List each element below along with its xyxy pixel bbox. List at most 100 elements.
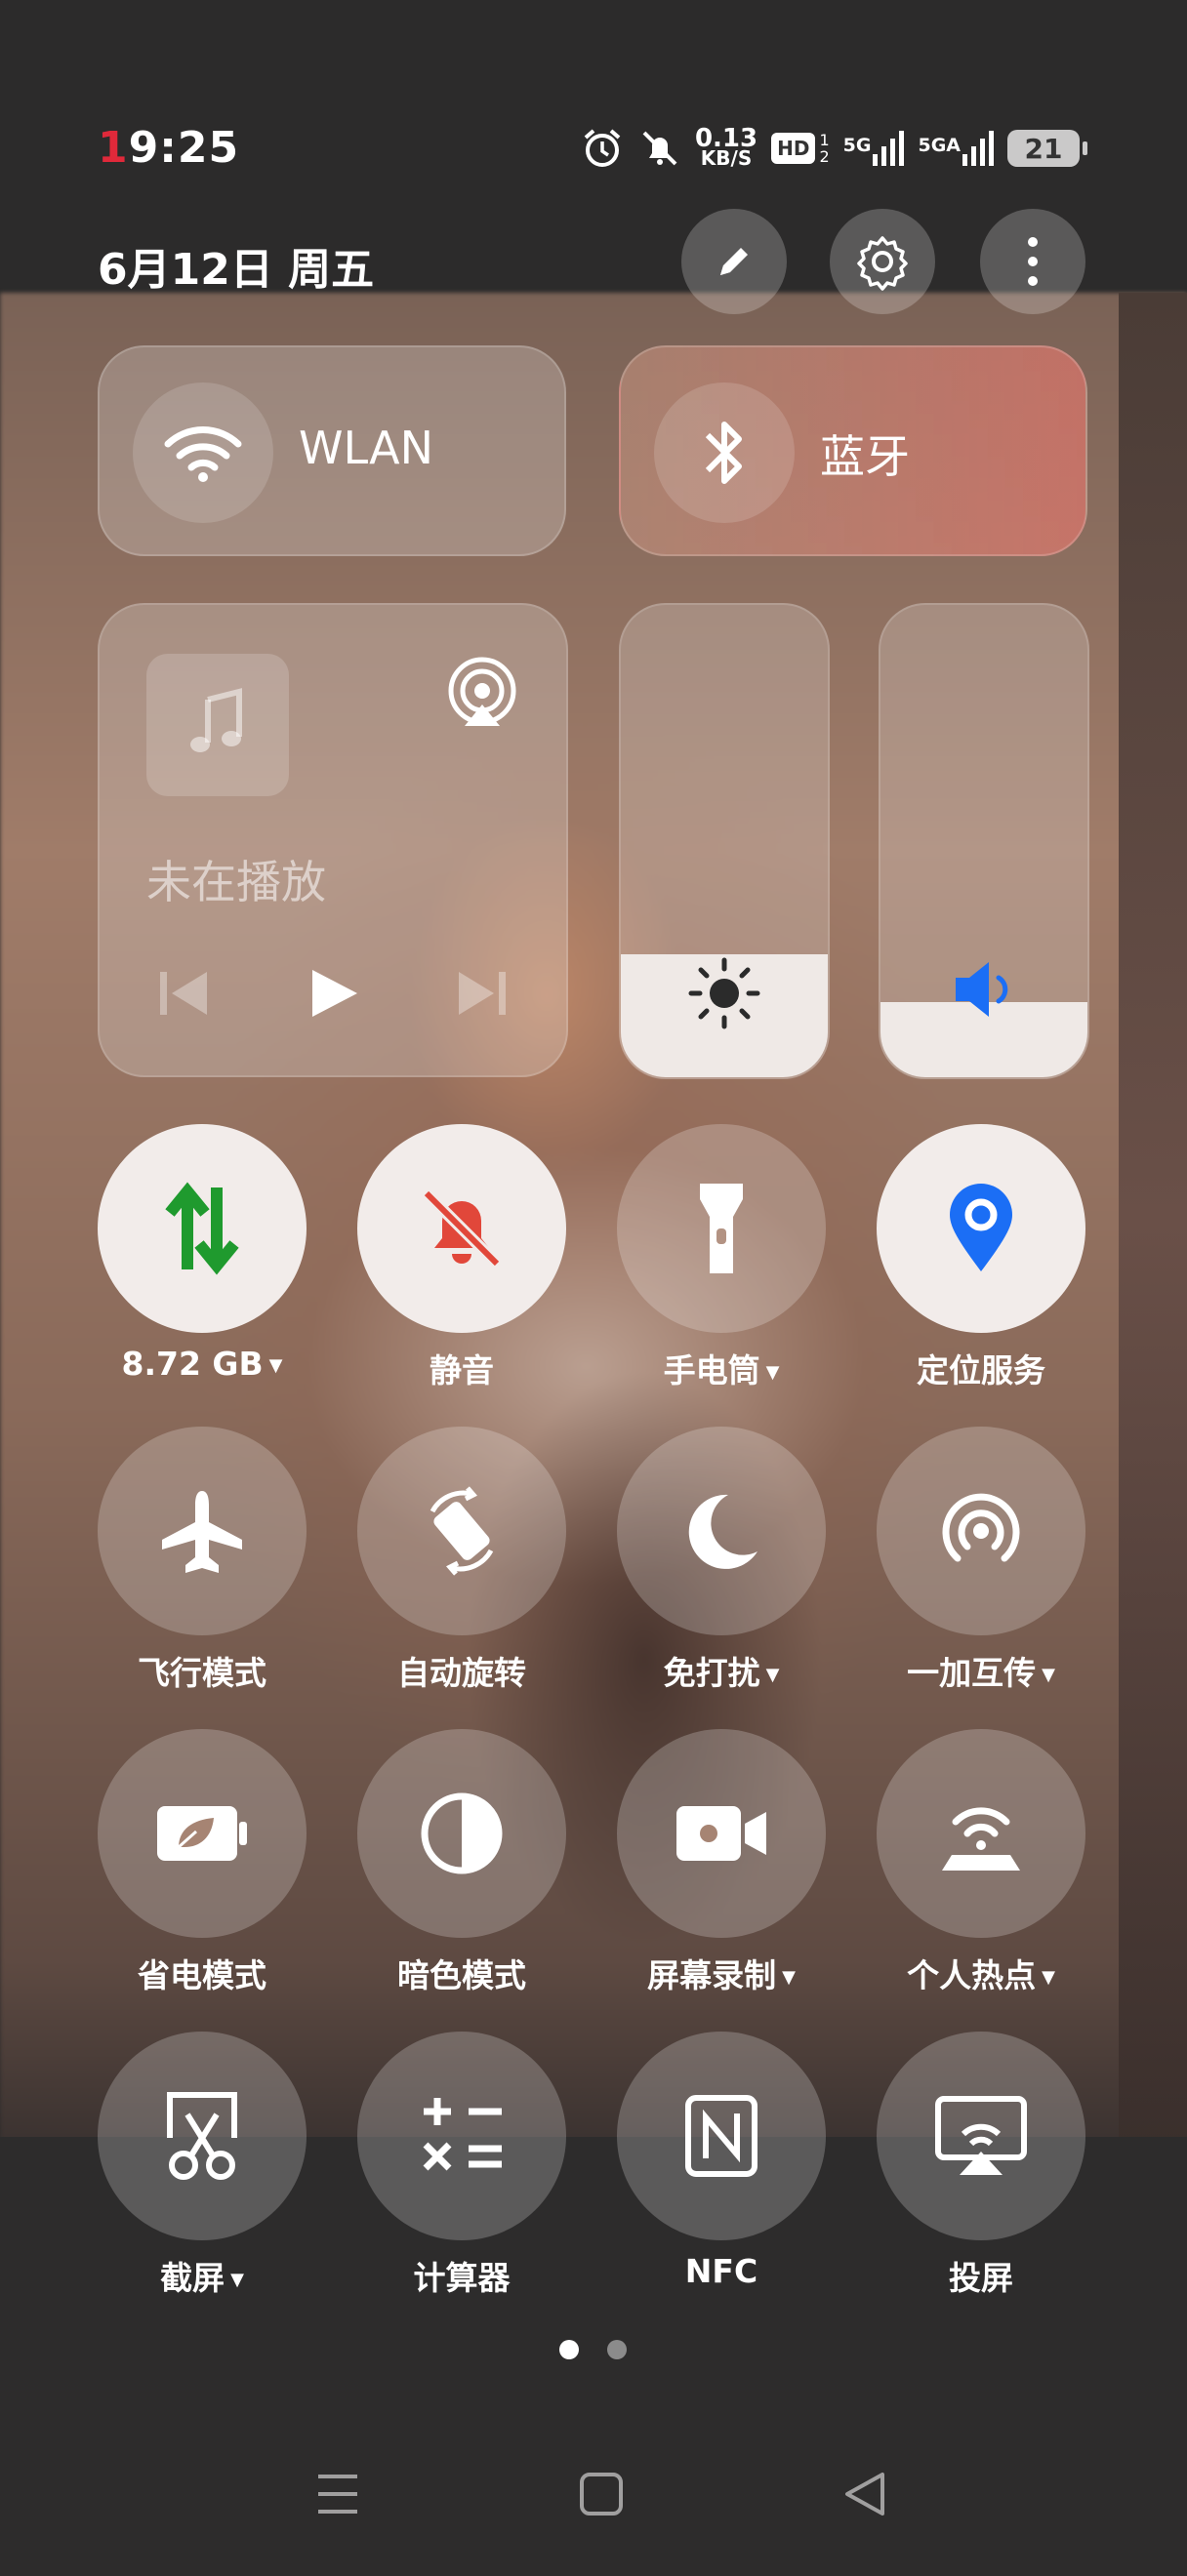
flashlight-label[interactable]: 手电筒 ▼ <box>592 1345 851 1391</box>
calculator-icon <box>423 2098 502 2171</box>
location-label: 定位服务 <box>917 1351 1045 1389</box>
status-bar: 19:25 0.13 KB/S HD 1 2 5G 5GA 21 <box>98 119 1093 178</box>
battery-level: 21 <box>1024 132 1063 165</box>
back-triangle-icon <box>845 2473 884 2516</box>
calculator-toggle[interactable] <box>357 2032 566 2240</box>
audio-output-button[interactable] <box>443 656 521 738</box>
pencil-icon <box>720 248 748 275</box>
screenshot-text: 截屏 <box>160 2259 225 2297</box>
hotspot-toggle[interactable] <box>877 1729 1085 1938</box>
page-indicator-1[interactable] <box>559 2340 579 2359</box>
screen-record-label[interactable]: 屏幕录制 ▼ <box>592 1950 851 1996</box>
battery-saver-label: 省电模式 <box>138 1956 266 1994</box>
brightness-slider[interactable] <box>619 603 830 1079</box>
oneplus-share-label[interactable]: 一加互传 ▼ <box>851 1647 1111 1694</box>
recent-apps-button[interactable] <box>314 2469 361 2523</box>
hd-sim-2: 2 <box>819 147 830 166</box>
edit-button[interactable] <box>681 209 787 314</box>
wlan-label: WLAN <box>299 422 434 474</box>
battery-icon: 21 <box>1007 130 1087 167</box>
screen-record-toggle[interactable] <box>617 1729 826 1938</box>
more-vertical-icon <box>1028 237 1038 286</box>
data-arrows-icon <box>165 1182 239 1275</box>
mobile-data-toggle[interactable] <box>98 1124 307 1333</box>
auto-rotate-label: 自动旋转 <box>397 1654 526 1692</box>
menu-lines-icon <box>318 2475 357 2514</box>
dropdown-caret-icon: ▼ <box>1042 1967 1055 1988</box>
audio-output-icon <box>448 657 516 726</box>
screen-record-text: 屏幕录制 <box>647 1956 777 1994</box>
nfc-label: NFC <box>684 2252 758 2290</box>
bluetooth-tile[interactable]: 蓝牙 <box>619 345 1087 556</box>
nfc-icon <box>685 2095 757 2177</box>
volume-slider[interactable] <box>879 603 1089 1079</box>
hotspot-label[interactable]: 个人热点 ▼ <box>851 1950 1111 1996</box>
dropdown-caret-icon: ▼ <box>268 1355 283 1376</box>
hd-sim-1: 1 <box>819 131 830 149</box>
network-speed: 0.13 KB/S <box>695 126 757 170</box>
play-icon <box>312 970 357 1017</box>
calculator-label: 计算器 <box>413 2259 511 2297</box>
dnd-text: 免打扰 <box>663 1654 760 1692</box>
silent-label: 静音 <box>430 1351 494 1389</box>
dark-mode-toggle[interactable] <box>357 1729 566 1938</box>
dnd-label[interactable]: 免打扰 ▼ <box>592 1647 851 1694</box>
data-usage-value: 8.72 GB <box>121 1345 264 1383</box>
dark-mode-label: 暗色模式 <box>397 1956 526 1994</box>
previous-track-button[interactable] <box>156 966 211 1025</box>
more-button[interactable] <box>980 209 1085 314</box>
signal-1-label: 5G <box>842 135 872 156</box>
screenshot-toggle[interactable] <box>98 2032 307 2240</box>
speaker-icon <box>880 952 1087 1026</box>
alarm-icon <box>580 126 625 171</box>
nfc-toggle[interactable] <box>617 2032 826 2240</box>
date-label: 6月12日 周五 <box>98 245 375 295</box>
dnd-toggle[interactable] <box>617 1427 826 1635</box>
signal-2-label: 5GA <box>918 135 961 156</box>
hotspot-icon <box>942 1807 1020 1871</box>
screenshot-label[interactable]: 截屏 ▼ <box>72 2252 332 2299</box>
screen-cast-icon <box>935 2096 1027 2175</box>
signal-2-icon: 5GA <box>918 129 994 168</box>
airplane-label: 飞行模式 <box>138 1654 266 1692</box>
wifi-icon <box>133 382 273 523</box>
flashlight-toggle[interactable] <box>617 1124 826 1333</box>
music-note-icon <box>146 654 289 796</box>
page-indicator-2[interactable] <box>607 2340 627 2359</box>
back-button[interactable] <box>841 2469 888 2523</box>
oneplus-share-text: 一加互传 <box>907 1654 1037 1692</box>
home-button[interactable] <box>578 2469 625 2523</box>
location-toggle[interactable] <box>877 1124 1085 1333</box>
network-speed-unit: KB/S <box>700 146 753 170</box>
airplane-icon <box>162 1491 242 1573</box>
flashlight-icon <box>700 1184 743 1273</box>
clock: 19:25 <box>98 123 239 173</box>
wlan-tile[interactable]: WLAN <box>98 345 566 556</box>
oneplus-share-toggle[interactable] <box>877 1427 1085 1635</box>
mobile-data-label[interactable]: 8.72 GB ▼ <box>72 1345 332 1383</box>
muted-bell-icon <box>638 127 681 170</box>
dropdown-caret-icon: ▼ <box>765 1665 780 1685</box>
moon-icon <box>688 1494 757 1569</box>
status-icons: 0.13 KB/S HD 1 2 5G 5GA 21 <box>580 119 1087 178</box>
rotate-icon <box>430 1486 494 1576</box>
now-playing-status: 未在播放 <box>146 856 326 908</box>
dropdown-caret-icon: ▼ <box>230 2270 244 2290</box>
auto-rotate-toggle[interactable] <box>357 1427 566 1635</box>
scissors-icon <box>167 2092 237 2180</box>
video-camera-icon <box>676 1806 766 1861</box>
clock-first-digit: 1 <box>98 123 129 173</box>
cast-label: 投屏 <box>949 2259 1013 2297</box>
location-pin-icon <box>950 1184 1012 1271</box>
settings-button[interactable] <box>830 209 935 314</box>
battery-saver-toggle[interactable] <box>98 1729 307 1938</box>
share-waves-icon <box>942 1493 1020 1562</box>
next-track-button[interactable] <box>455 966 510 1025</box>
media-player-tile[interactable]: 未在播放 <box>98 603 568 1077</box>
brightness-sun-icon <box>621 956 828 1030</box>
airplane-toggle[interactable] <box>98 1427 307 1635</box>
silent-toggle[interactable] <box>357 1124 566 1333</box>
cast-toggle[interactable] <box>877 2032 1085 2240</box>
hd-indicator: HD 1 2 <box>771 132 830 165</box>
play-button[interactable] <box>307 966 361 1025</box>
